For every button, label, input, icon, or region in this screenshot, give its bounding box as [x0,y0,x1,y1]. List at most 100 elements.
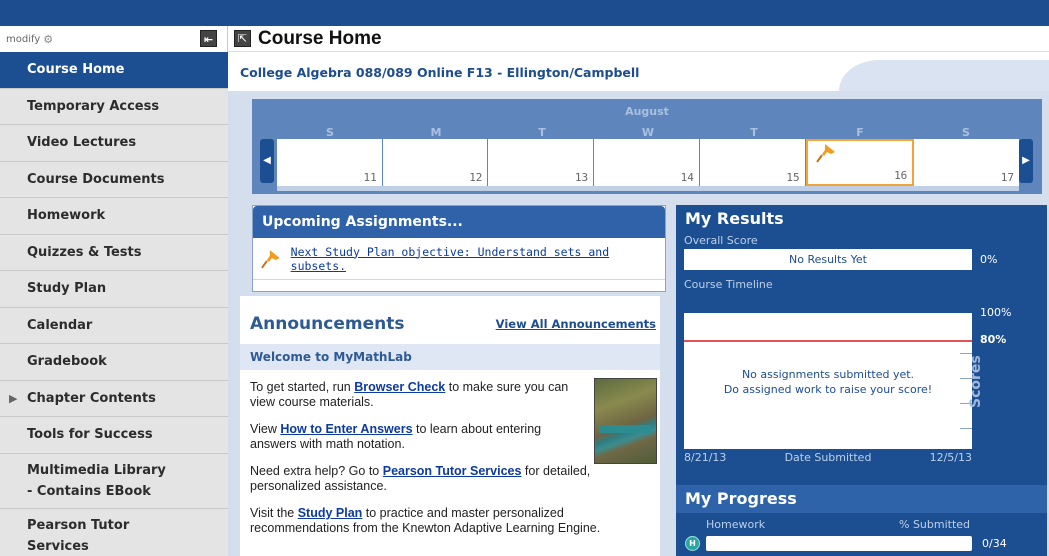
sidebar-item-chapter-contents[interactable]: ▶ Chapter Contents [0,380,228,417]
calendar-bottom-strip [277,186,1019,191]
sidebar-item-calendar[interactable]: Calendar [0,307,228,344]
day-header: T [750,126,758,139]
calendar-day-cell-today[interactable]: 16 [805,139,915,186]
calendar-date: 11 [363,171,377,184]
sidebar-item-homework[interactable]: Homework [0,198,228,235]
page-title: Course Home [258,27,382,49]
textbook-cover-label [599,425,651,433]
x-axis: 8/21/13 Date Submitted 12/5/13 [684,451,972,464]
pearson-tutor-services-link[interactable]: Pearson Tutor Services [383,464,522,478]
announcement-paragraph: To get started, run Browser Check to mak… [250,380,569,409]
progress-submitted-label: % Submitted [899,518,971,531]
calendar-date: 12 [469,171,483,184]
announcement-paragraph: Need extra help? Go to Pearson Tutor Ser… [250,464,591,493]
my-progress-title: My Progress [676,485,1047,513]
overall-score-value: No Results Yet [684,249,972,270]
calendar-date: 13 [574,171,589,184]
pushpin-icon [815,144,835,163]
my-results-title: My Results [685,209,784,228]
announcement-body: To get started, run Browser Check to mak… [240,370,660,536]
how-to-enter-answers-link[interactable]: How to Enter Answers [280,422,412,436]
sidebar-item-course-documents[interactable]: Course Documents [0,161,228,198]
main-content: ⇱ Course Home College Algebra 088/089 On… [228,26,1049,556]
timeline-message: No assignments submitted yet. Do assigne… [723,368,933,396]
course-band-decoration [839,60,1049,91]
pushpin-icon [261,249,280,268]
calendar-day-cell[interactable]: 12 [382,139,489,186]
textbook-cover-image [594,378,657,464]
upcoming-item: Next Study Plan objective: Understand se… [253,238,665,280]
homework-progress-bar [706,536,972,551]
calendar-day-cell[interactable]: 14 [594,139,700,186]
target-score-line [684,340,972,342]
calendar-date: 15 [786,171,800,184]
gear-icon[interactable]: ⚙ [43,33,53,46]
overall-score-percent: 0% [980,253,998,266]
calendar-day-cell[interactable]: 15 [699,139,806,186]
announcements-header: Announcements View All Announcements [240,296,660,338]
calendar-date: 14 [680,171,694,184]
view-all-announcements-link[interactable]: View All Announcements [496,317,656,331]
day-header: M [430,126,442,139]
modify-link[interactable]: modify [6,34,40,45]
sidebar-item-gradebook[interactable]: Gradebook [0,344,228,381]
calendar-date: 17 [1000,171,1015,184]
y-axis-top-label: 100% [980,306,1012,319]
homework-progress-value: 0/34 [982,537,1007,550]
sidebar-item-quizzes-tests[interactable]: Quizzes & Tests [0,234,228,271]
announcements-title: Announcements [250,314,405,334]
course-title: College Algebra 088/089 Online F13 - Ell… [240,65,640,80]
sidebar-item-tools-for-success[interactable]: Tools for Success [0,417,228,454]
progress-homework-row: H 0/34 [676,535,1047,553]
upcoming-title: Upcoming Assignments... [253,206,665,238]
expand-arrow-icon[interactable]: ▶ [9,392,17,405]
collapse-sidebar-icon[interactable]: ⇤ [200,30,217,47]
sidebar: modify ⚙ ⇤ Course Home Temporary Access … [0,26,228,556]
calendar-day-cell[interactable]: 13 [488,139,595,186]
calendar-month: August [625,105,669,118]
course-timeline-label: Course Timeline [684,278,773,291]
day-header: F [856,126,864,139]
calendar-day-cell[interactable]: 11 [277,139,383,186]
study-plan-link[interactable]: Study Plan [298,506,363,520]
calendar-prev-week-button[interactable]: ◀ [260,139,274,183]
announcement-paragraph: View How to Enter Answers to learn about… [250,422,542,451]
calendar-cells: 11 12 13 14 15 16 17 [277,139,1020,186]
y-axis-label: Scores [968,355,984,408]
x-axis-end: 12/5/13 [929,451,972,464]
sidebar-item-pearson-tutor[interactable]: Pearson Tutor Services [0,508,228,556]
day-header: S [962,126,970,139]
sidebar-item-course-home[interactable]: Course Home [0,52,228,89]
welcome-heading: Welcome to MyMathLab [240,344,660,370]
course-band: College Algebra 088/089 Online F13 - Ell… [228,53,1049,91]
progress-column-labels: Homework % Submitted [676,518,1047,532]
overall-score-label: Overall Score [684,234,758,247]
calendar-next-week-button[interactable]: ▶ [1019,139,1033,183]
announcements-panel: Announcements View All Announcements Wel… [240,296,660,556]
course-timeline-chart: No assignments submitted yet. Do assigne… [684,313,972,449]
page-header: ⇱ Course Home [228,26,1049,52]
modify-row: modify ⚙ ⇤ [0,26,228,52]
homework-badge-icon: H [685,536,700,551]
sidebar-item-temporary-access[interactable]: Temporary Access [0,88,228,125]
announcement-paragraph: Visit the Study Plan to practice and mas… [250,506,601,535]
my-results-panel: My Results Overall Score No Results Yet … [676,205,1047,556]
calendar-day-headers: S M T W T F S [277,126,1019,139]
sidebar-item-video-lectures[interactable]: Video Lectures [0,125,228,162]
day-header: T [538,126,546,139]
browser-check-link[interactable]: Browser Check [354,380,445,394]
study-plan-objective-link[interactable]: Next Study Plan objective: Understand se… [291,245,665,273]
progress-homework-label: Homework [706,518,766,531]
day-header: W [641,126,655,139]
week-calendar: August S M T W T F S ◀ 11 12 13 14 15 16 [252,99,1042,194]
sidebar-item-multimedia-library[interactable]: Multimedia Library - Contains EBook [0,453,228,509]
x-axis-start: 8/21/13 [684,451,727,464]
calendar-day-cell[interactable]: 17 [914,139,1020,186]
sidebar-item-study-plan[interactable]: Study Plan [0,271,228,308]
expand-icon[interactable]: ⇱ [234,30,251,47]
upcoming-assignments-panel: Upcoming Assignments... Next Study Plan … [252,205,666,292]
day-header: S [326,126,334,139]
overall-score-row: No Results Yet 0% [676,249,1047,271]
calendar-date: 16 [894,169,908,182]
top-banner [0,0,1049,26]
